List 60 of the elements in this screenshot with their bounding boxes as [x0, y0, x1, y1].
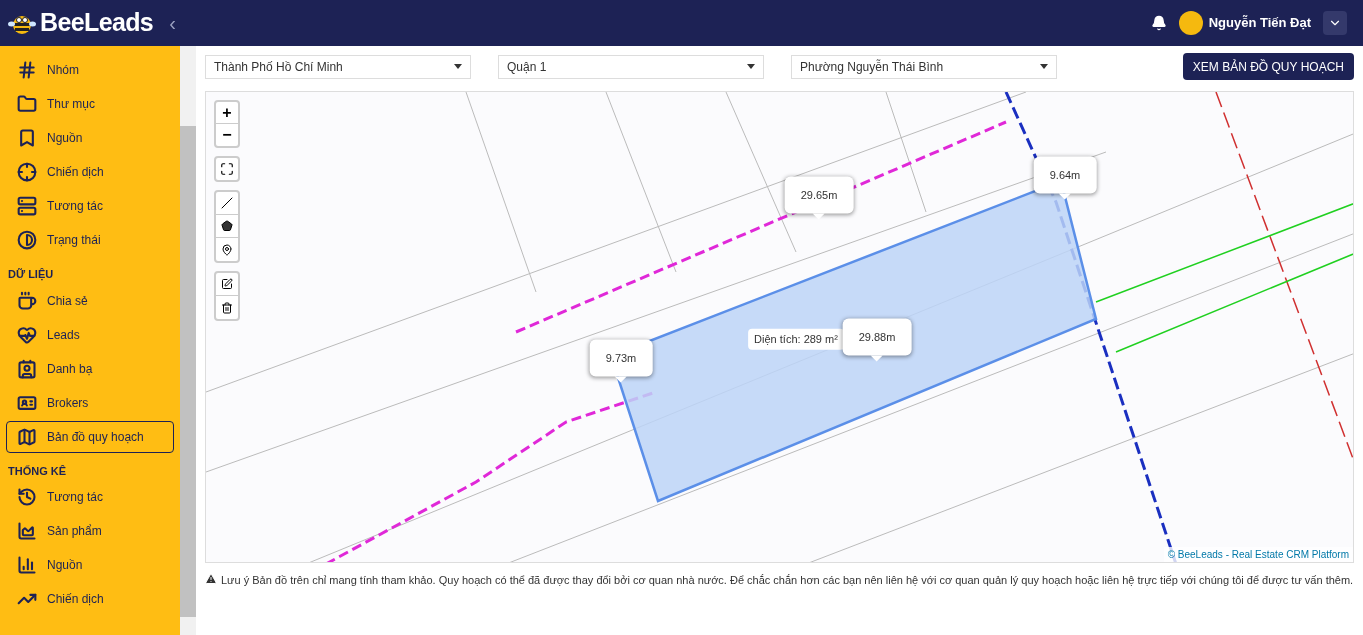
stacked-bars-icon	[17, 196, 37, 216]
dropdown-caret-icon	[747, 64, 755, 69]
zoom-in-button[interactable]: +	[216, 102, 238, 124]
section-heading: DỮ LIỆU	[7, 267, 55, 283]
user-avatar	[1178, 11, 1203, 35]
edit-icon	[221, 278, 233, 290]
half-circle-icon	[17, 230, 37, 250]
sidebar-item[interactable]: Bản đồ quy hoạch	[6, 420, 174, 453]
view-map-button[interactable]: XEM BẢN ĐỒ QUY HOẠCH	[1182, 53, 1354, 80]
trash-icon	[221, 301, 233, 314]
select-field[interactable]: Thành Phố Hồ Chí Minh	[205, 54, 471, 79]
dropdown-caret-icon	[454, 64, 462, 69]
select-field[interactable]: Phường Nguyễn Thái Bình	[791, 54, 1057, 79]
sidebar-item[interactable]: Nhóm	[6, 54, 174, 86]
user-menu-button[interactable]	[1323, 11, 1347, 35]
map-icon	[17, 426, 37, 447]
cup-icon	[17, 290, 37, 311]
notice-text: Lưu ý Bản đồ trên chỉ mang tính tham khảo. Quy hoạch có thể đã được thay đổi bởi cơ quan nhà nước. Để chắc chắn hơn các bạn nên liên hệ với cơ quan quản lý quy hoạch hoặc liên hệ trực tiếp với chúng tôi để được tư vấn thêm.	[205, 571, 1354, 590]
user-name: Nguyễn Tiến Đạt	[1208, 14, 1311, 33]
area-chart-icon	[17, 521, 37, 541]
sidebar-item[interactable]: Brokers	[6, 386, 174, 419]
bookmark-icon	[17, 128, 37, 148]
history-icon	[17, 487, 37, 507]
pentagon-icon	[221, 220, 233, 232]
sidebar-item[interactable]: Danh bạ	[6, 352, 174, 385]
sidebar-item[interactable]: Tương tác	[6, 190, 174, 222]
sidebar-item[interactable]: Leads	[6, 318, 174, 351]
sidebar-item[interactable]: Chia sẻ	[6, 284, 174, 317]
fullscreen-button[interactable]	[214, 156, 240, 182]
sidebar-item[interactable]: Chiến dịch	[6, 156, 174, 188]
tooltip-pointer	[615, 376, 627, 382]
sidebar-item[interactable]: Chiến dịch	[6, 583, 174, 615]
tooltip-pointer	[813, 213, 825, 219]
line-icon	[221, 197, 233, 209]
folder-icon	[17, 94, 37, 114]
select-field[interactable]: Quận 1	[498, 54, 764, 79]
heart-pulse-icon	[17, 324, 37, 345]
sidebar-item[interactable]: Trạng thái	[6, 224, 174, 256]
warning-icon	[205, 573, 217, 585]
sidebar-item[interactable]: Thư mục	[6, 88, 174, 120]
map-view[interactable]: + − 29.65m 9.64m Diện tích: 289 m² 29.88m 9.73m © BeeLeads - Real Estate CRM Platform	[205, 91, 1354, 563]
fullscreen-icon	[220, 162, 234, 176]
collapse-button[interactable]: ‹	[169, 8, 176, 38]
dropdown-caret-icon	[1040, 64, 1048, 69]
sidebar-item[interactable]: Nguồn	[6, 122, 174, 154]
tooltip-pointer	[871, 355, 883, 361]
contact-book-icon	[17, 358, 37, 379]
crosshair-icon	[17, 162, 37, 182]
zoom-out-button[interactable]: −	[216, 124, 238, 146]
notification-icon[interactable]	[1150, 15, 1167, 31]
tooltip-pointer	[1059, 193, 1071, 199]
pin-icon	[221, 243, 233, 256]
brand-logo: BeeLeads	[40, 7, 154, 39]
section-heading: THỐNG KÊ	[7, 463, 68, 479]
bar-chart-icon	[17, 555, 37, 575]
hash-icon	[17, 60, 37, 80]
sidebar-item[interactable]: Sản phẩm	[6, 515, 174, 547]
sidebar-item[interactable]: Nguồn	[6, 549, 174, 581]
area-label: Diện tích: 289 m²	[748, 328, 844, 350]
sidebar-item[interactable]: Tương tác	[6, 481, 174, 513]
